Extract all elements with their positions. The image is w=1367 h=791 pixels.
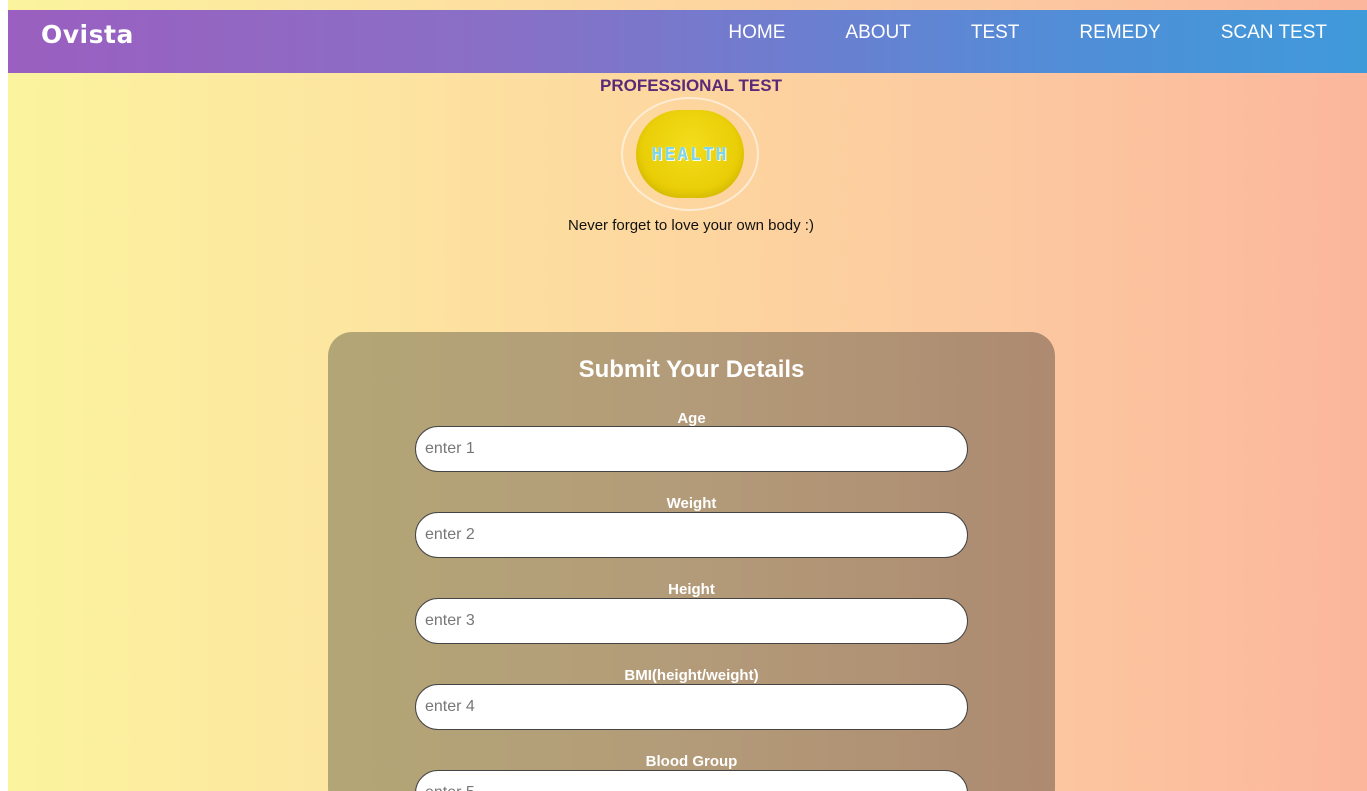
top-navbar: Ovista HOME ABOUT TEST REMEDY SCAN TEST xyxy=(8,10,1367,73)
nav-link-test[interactable]: TEST xyxy=(941,22,1050,44)
brand-logo[interactable]: Ovista xyxy=(41,20,134,49)
nav-link-about[interactable]: ABOUT xyxy=(815,22,940,44)
nav-link-remedy[interactable]: REMEDY xyxy=(1049,22,1190,44)
bmi-label: BMI(height/weight) xyxy=(624,667,759,684)
blood-group-label: Blood Group xyxy=(645,753,738,770)
height-label: Height xyxy=(668,581,715,598)
page-title: PROFESSIONAL TEST xyxy=(600,76,782,95)
logo-text: HEALTH xyxy=(651,143,729,165)
health-logo: HEALTH xyxy=(621,97,759,211)
nav-link-scan-test[interactable]: SCAN TEST xyxy=(1191,22,1327,44)
nav-links: HOME ABOUT TEST REMEDY SCAN TEST xyxy=(698,22,1327,44)
age-input[interactable] xyxy=(415,426,968,472)
age-label: Age xyxy=(677,410,706,427)
weight-label: Weight xyxy=(666,495,717,512)
left-edge-strip xyxy=(0,0,8,791)
logo-ring: HEALTH xyxy=(621,97,759,211)
height-input[interactable] xyxy=(415,598,968,644)
details-form-card: Submit Your Details Age Weight Height BM… xyxy=(328,332,1055,791)
logo-pill: HEALTH xyxy=(636,110,744,198)
form-title: Submit Your Details xyxy=(578,356,805,383)
bmi-input[interactable] xyxy=(415,684,968,730)
tagline: Never forget to love your own body :) xyxy=(568,217,814,234)
blood-group-input[interactable] xyxy=(415,770,968,791)
weight-input[interactable] xyxy=(415,512,968,558)
nav-link-home[interactable]: HOME xyxy=(698,22,815,44)
